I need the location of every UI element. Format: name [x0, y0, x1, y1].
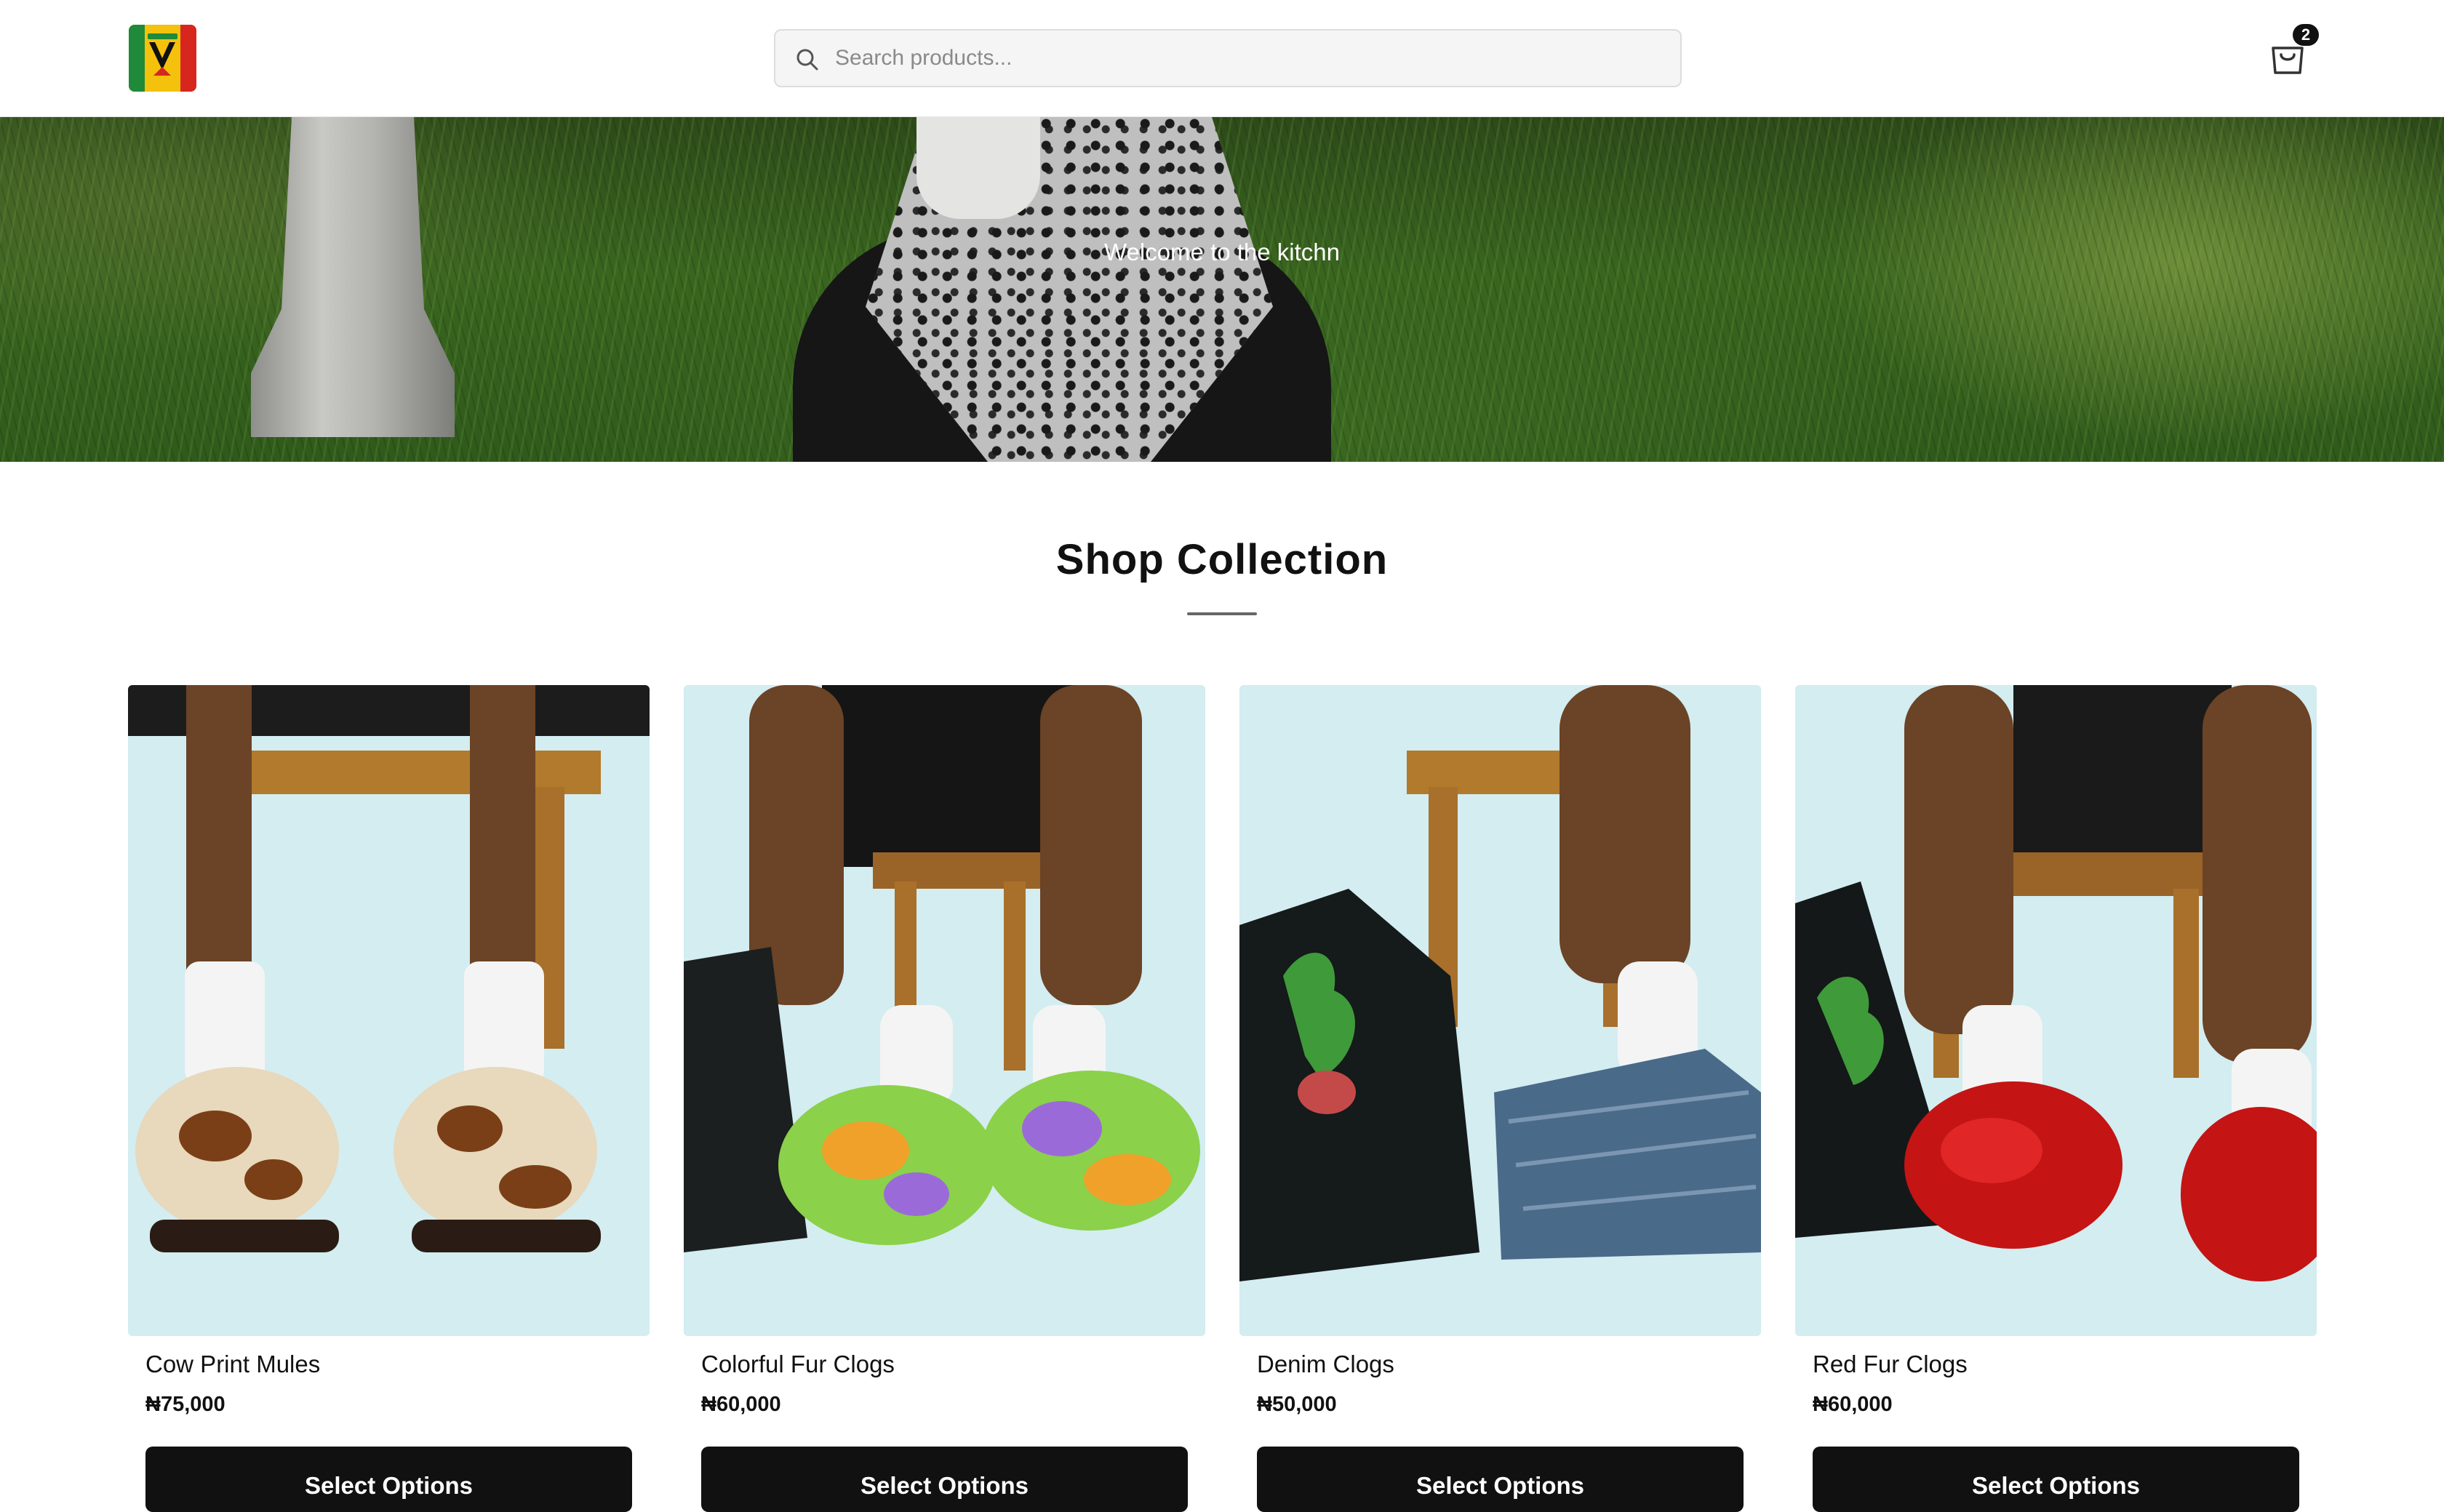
product-card: Colorful Fur Clogs ₦60,000 Select Option…: [684, 685, 1205, 1512]
product-name[interactable]: Denim Clogs: [1257, 1351, 1394, 1378]
search-input[interactable]: [834, 31, 1663, 86]
product-name[interactable]: Cow Print Mules: [145, 1351, 320, 1378]
product-price: ₦60,000: [1813, 1393, 1893, 1416]
product-name[interactable]: Red Fur Clogs: [1813, 1351, 1968, 1378]
product-photo-denim-clogs: [1239, 685, 1761, 1336]
product-price: ₦60,000: [701, 1393, 781, 1416]
section-title: Shop Collection: [1055, 536, 1389, 583]
product-photo-cow-print-mules: [128, 685, 650, 1336]
select-options-button[interactable]: Select Options: [701, 1447, 1188, 1512]
product-card: Cow Print Mules ₦75,000 Select Options: [128, 685, 650, 1512]
product-card: Denim Clogs ₦50,000 Select Options: [1239, 685, 1761, 1512]
hero-welcome-text: Welcome to the kitchn: [1103, 239, 1341, 265]
select-options-button[interactable]: Select Options: [145, 1447, 632, 1512]
section-divider: [1187, 612, 1257, 615]
hero-model-mask: [916, 117, 1040, 219]
product-image[interactable]: [1795, 685, 2317, 1336]
product-card: Red Fur Clogs ₦60,000 Select Options: [1795, 685, 2317, 1512]
store-logo[interactable]: [129, 25, 196, 92]
product-image[interactable]: [684, 685, 1205, 1336]
product-price: ₦75,000: [145, 1393, 225, 1416]
product-photo-colorful-fur-clogs: [684, 685, 1205, 1336]
product-name[interactable]: Colorful Fur Clogs: [701, 1351, 895, 1378]
product-image[interactable]: [128, 685, 650, 1336]
select-options-button[interactable]: Select Options: [1813, 1447, 2299, 1512]
logo-emblem-icon: [129, 25, 196, 92]
product-image[interactable]: [1239, 685, 1761, 1336]
select-options-button[interactable]: Select Options: [1257, 1447, 1744, 1512]
cart-count-badge: 2: [2293, 24, 2319, 46]
search-icon: [796, 49, 818, 71]
product-price: ₦50,000: [1257, 1393, 1337, 1416]
hero-banner: Welcome to the kitchn: [0, 117, 2444, 462]
site-header: 2: [0, 0, 2444, 117]
product-photo-red-fur-clogs: [1795, 685, 2317, 1336]
search-bar[interactable]: [774, 29, 1682, 87]
